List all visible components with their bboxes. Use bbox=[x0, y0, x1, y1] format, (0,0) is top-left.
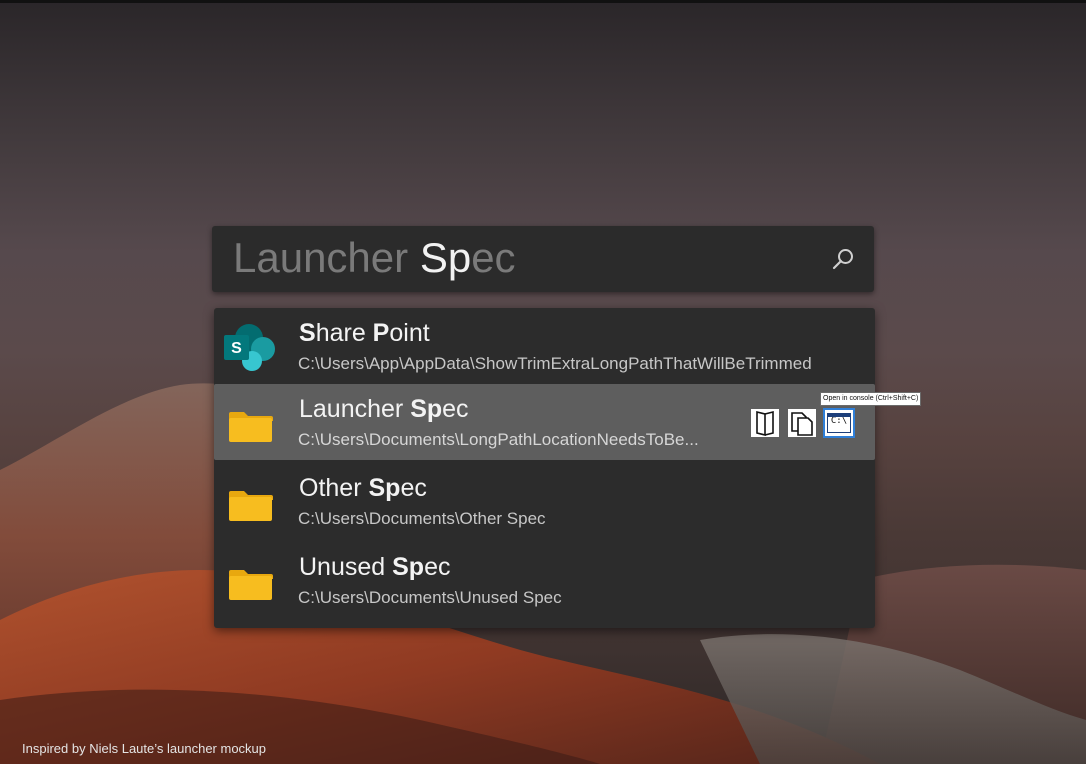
search-autocomplete: ec bbox=[471, 234, 516, 281]
search-query: Launcher Spec bbox=[233, 234, 516, 282]
open-folder-icon bbox=[756, 410, 774, 437]
copy-path-button[interactable] bbox=[788, 409, 816, 437]
title-match: Sp bbox=[392, 553, 425, 581]
search-typed-muted: Launcher bbox=[233, 234, 420, 281]
desktop-background: Launcher Spec S Share Point C:\Users\App… bbox=[0, 0, 1086, 764]
result-item-sharepoint[interactable]: S Share Point C:\Users\App\AppData\ShowT… bbox=[214, 308, 875, 384]
results-list: S Share Point C:\Users\App\AppData\ShowT… bbox=[214, 308, 875, 628]
title-text: ec bbox=[424, 553, 451, 581]
folder-icon bbox=[229, 570, 273, 600]
title-text: oint bbox=[389, 319, 430, 347]
folder-icon bbox=[229, 491, 273, 521]
result-title: Share Point bbox=[299, 318, 430, 348]
result-path: C:\Users\Documents\Other Spec bbox=[298, 509, 546, 528]
title-text: Unused bbox=[299, 553, 393, 581]
title-match: P bbox=[372, 319, 390, 347]
console-icon: C:\ bbox=[827, 413, 851, 433]
result-title: Launcher Spec bbox=[299, 394, 469, 424]
console-tooltip: Open in console (Ctrl+Shift+C) bbox=[820, 392, 922, 406]
search-typed-active: Sp bbox=[419, 234, 472, 281]
open-folder-button[interactable] bbox=[751, 409, 779, 437]
result-item-unused-spec[interactable]: Unused Spec C:\Users\Documents\Unused Sp… bbox=[214, 542, 875, 618]
result-title: Other Spec bbox=[299, 473, 427, 503]
result-path: C:\Users\Documents\LongPathLocationNeeds… bbox=[298, 430, 699, 449]
title-match: Sp bbox=[410, 395, 443, 423]
svg-text:S: S bbox=[231, 340, 242, 357]
title-text: Other bbox=[299, 474, 369, 502]
title-match: S bbox=[299, 319, 316, 347]
title-text: ec bbox=[442, 395, 469, 423]
title-text: hare bbox=[315, 319, 373, 347]
credit-text: Inspired by Niels Laute’s launcher mocku… bbox=[22, 741, 267, 756]
search-input[interactable]: Launcher Spec bbox=[212, 226, 874, 292]
open-console-button[interactable]: C:\ bbox=[823, 408, 855, 438]
result-title: Unused Spec bbox=[299, 552, 450, 582]
folder-icon bbox=[229, 412, 273, 442]
result-item-launcher-spec[interactable]: Launcher Spec C:\Users\Documents\LongPat… bbox=[214, 384, 875, 460]
title-text: Launcher bbox=[299, 395, 411, 423]
result-path: C:\Users\Documents\Unused Spec bbox=[298, 588, 562, 607]
title-match: Sp bbox=[368, 474, 401, 502]
search-icon[interactable] bbox=[830, 246, 856, 272]
console-glyph-text: C:\ bbox=[830, 416, 848, 426]
result-path: C:\Users\App\AppData\ShowTrimExtraLongPa… bbox=[298, 354, 812, 373]
sharepoint-icon: S bbox=[224, 324, 275, 371]
title-text: ec bbox=[400, 474, 427, 502]
copy-path-icon bbox=[791, 412, 813, 436]
result-item-other-spec[interactable]: Other Spec C:\Users\Documents\Other Spec bbox=[214, 463, 875, 539]
